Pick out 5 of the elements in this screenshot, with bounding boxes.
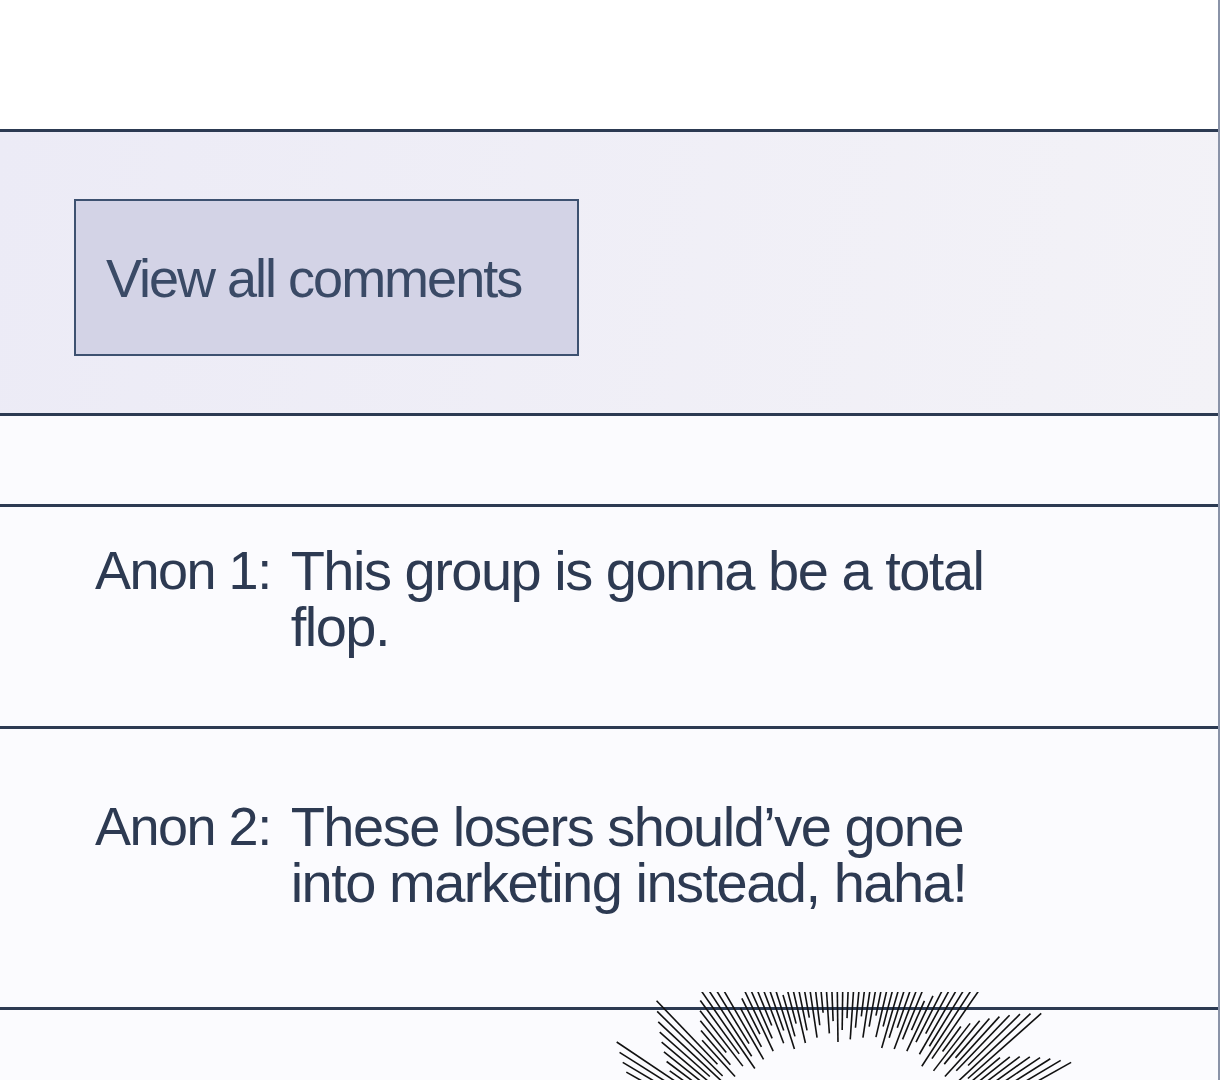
comment-author: Anon 1: — [95, 543, 271, 602]
comment-text: These losers should’ve gone into marketing instead, haha! — [290, 799, 968, 916]
view-all-comments-button[interactable]: View all comments — [74, 199, 579, 356]
comment-author: Anon 2: — [95, 799, 271, 858]
comment-text: This group is gonna be a total flop. — [290, 543, 985, 660]
